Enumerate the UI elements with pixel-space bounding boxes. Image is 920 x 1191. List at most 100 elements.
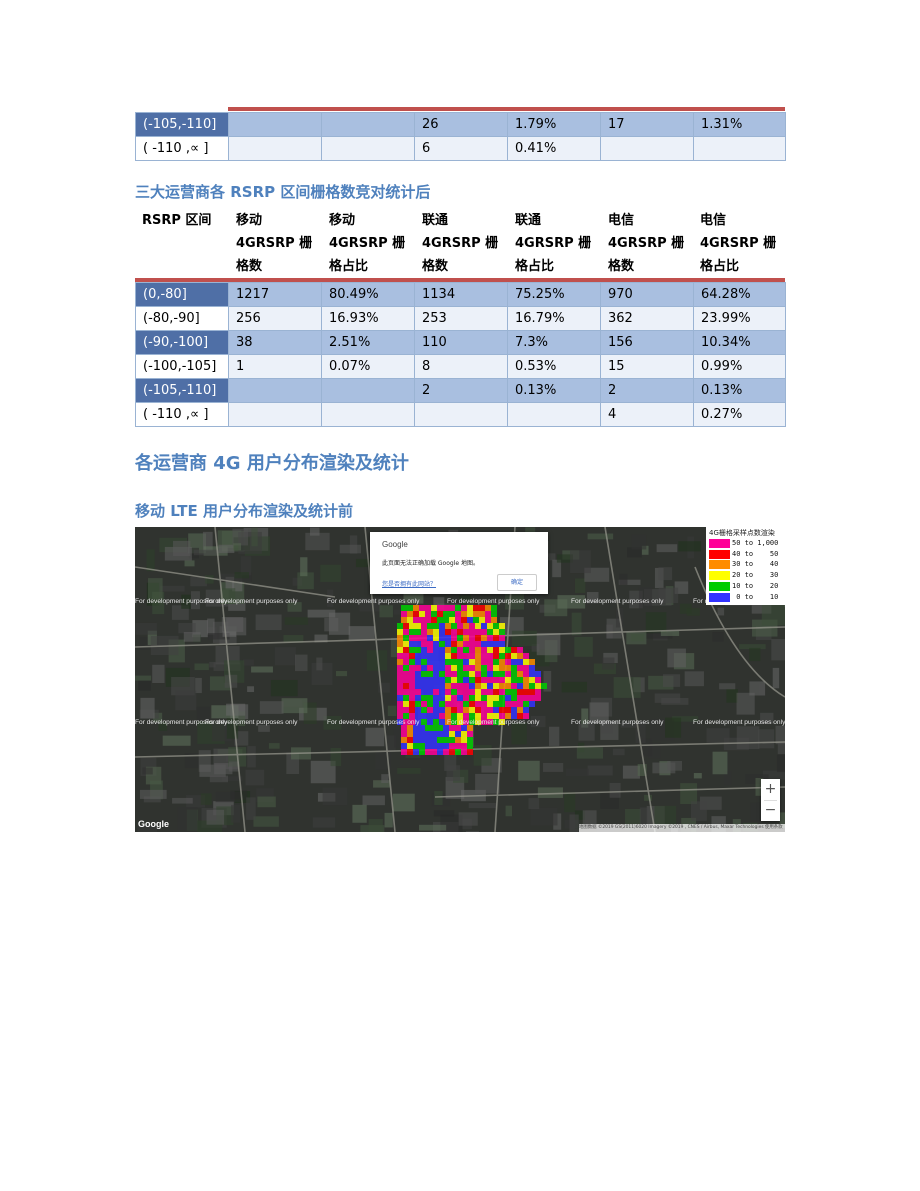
table-cell: 10.34% — [693, 330, 786, 355]
table-cell: 7.3% — [507, 330, 601, 355]
table-cell: 64.28% — [693, 282, 786, 307]
table-cell: 8 — [414, 354, 508, 379]
column-header: 电信 — [700, 213, 727, 228]
zoom-control: + − — [761, 779, 780, 821]
zoom-in-button[interactable]: + — [761, 780, 780, 798]
table-cell: 16.79% — [507, 306, 601, 331]
column-header: 格数 — [236, 259, 263, 274]
table-cell: 23.99% — [693, 306, 786, 331]
column-header: 格数 — [608, 259, 635, 274]
table-cell: 156 — [600, 330, 694, 355]
table-cell: 0.13% — [693, 378, 786, 403]
legend-swatch — [709, 560, 730, 570]
table-cell: 1134 — [414, 282, 508, 307]
dev-watermark: For development purposes only — [447, 598, 540, 605]
table-row: (-105,-110] 26 1.79% 17 1.31% — [135, 112, 786, 137]
column-header: 格占比 — [700, 259, 740, 274]
rsrp-range-cell: (-90,-100] — [135, 330, 229, 355]
column-header: 格占比 — [515, 259, 555, 274]
coverage-map[interactable]: For development purposes only For develop… — [135, 527, 785, 832]
table-cell: 0.27% — [693, 402, 786, 427]
dialog-message: 此页面无法正确加载 Google 地图。 — [382, 560, 479, 567]
table-cell: 4 — [600, 402, 694, 427]
column-header: 4GRSRP 栅 — [515, 236, 592, 251]
section-heading-cmcc-lte: 移动 LTE 用户分布渲染及统计前 — [135, 502, 353, 520]
dialog-link[interactable]: 您是否拥有此网站？ — [382, 579, 436, 588]
table-cell: 38 — [228, 330, 322, 355]
table-cell — [228, 402, 322, 427]
rsrp-range-cell: (-80,-90] — [135, 306, 229, 331]
table-row: ( -110 ,∝ ] 4 0.27% — [135, 402, 786, 427]
column-header: RSRP 区间 — [142, 213, 212, 228]
rsrp-range-cell: (-100,-105] — [135, 354, 229, 379]
table-cell: 17 — [600, 112, 694, 137]
rsrp-table-after: (0,-80] 1217 80.49% 1134 75.25% 970 64.28% (-80… — [135, 282, 786, 427]
legend-label: 10 to 20 — [732, 581, 779, 590]
legend-swatch — [709, 592, 730, 602]
table-row: (-100,-105] 1 0.07% 8 0.53% 15 0.99% — [135, 354, 786, 379]
table-cell: 1 — [228, 354, 322, 379]
table-cell — [228, 112, 322, 137]
table-cell: 0.99% — [693, 354, 786, 379]
column-header: 联通 — [422, 213, 449, 228]
table-cell: 0.07% — [321, 354, 415, 379]
table-cell — [321, 402, 415, 427]
table-cell: 362 — [600, 306, 694, 331]
dev-watermark: For development purposes only — [571, 598, 664, 605]
zoom-out-button[interactable]: − — [761, 801, 780, 819]
table1-top-rule — [228, 107, 785, 111]
dev-watermark: For development purposes only — [205, 598, 298, 605]
table-cell — [321, 136, 415, 161]
dev-watermark: For development purposes only — [327, 598, 420, 605]
section-heading-distribution: 各运营商 4G 用户分布渲染及统计 — [135, 453, 409, 474]
dev-watermark: For development purposes only — [693, 719, 785, 726]
table-cell: 0.53% — [507, 354, 601, 379]
column-header: 格占比 — [329, 259, 369, 274]
legend-label: 30 to 40 — [732, 560, 779, 569]
section-heading-after: 三大运营商各 RSRP 区间栅格数竞对统计后 — [135, 183, 431, 201]
legend-label: 20 to 30 — [732, 571, 779, 580]
legend-label: 40 to 50 — [732, 549, 779, 558]
legend-swatch — [709, 571, 730, 581]
table-cell — [693, 136, 786, 161]
table-row: ( -110 ,∝ ] 6 0.41% — [135, 136, 786, 161]
table-cell: 75.25% — [507, 282, 601, 307]
rsrp-range-cell: ( -110 ,∝ ] — [135, 402, 229, 427]
column-header: 格数 — [422, 259, 449, 274]
rsrp-range-cell: ( -110 ,∝ ] — [135, 136, 229, 161]
rsrp-range-cell: (0,-80] — [135, 282, 229, 307]
column-header: 4GRSRP 栅 — [422, 236, 499, 251]
table-row: (-105,-110] 2 0.13% 2 0.13% — [135, 378, 786, 403]
dialog-title: Google — [382, 540, 408, 549]
table-row: (0,-80] 1217 80.49% 1134 75.25% 970 64.28% — [135, 282, 786, 307]
table-cell: 1.31% — [693, 112, 786, 137]
google-logo: Google — [138, 819, 169, 829]
map-legend: 4G栅格采样点数渲染 50 to 1,000 40 to 50 30 to 40 20… — [706, 527, 785, 605]
column-header: 联通 — [515, 213, 542, 228]
legend-swatch — [709, 549, 730, 559]
table-cell: 26 — [414, 112, 508, 137]
map-error-dialog: Google 此页面无法正确加载 Google 地图。 您是否拥有此网站？ 确定 — [370, 532, 548, 594]
table-cell: 80.49% — [321, 282, 415, 307]
column-header: 4GRSRP 栅 — [700, 236, 777, 251]
table-cell: 110 — [414, 330, 508, 355]
column-header: 移动 — [236, 213, 263, 228]
table-row: (-90,-100] 38 2.51% 110 7.3% 156 10.34% — [135, 330, 786, 355]
table-cell — [507, 402, 601, 427]
column-header: 电信 — [608, 213, 635, 228]
table-cell — [228, 378, 322, 403]
table-cell: 970 — [600, 282, 694, 307]
table-cell — [321, 112, 415, 137]
table-cell: 1217 — [228, 282, 322, 307]
column-header: 移动 — [329, 213, 356, 228]
legend-swatch — [709, 539, 730, 548]
column-header: 4GRSRP 栅 — [236, 236, 313, 251]
dialog-ok-button[interactable]: 确定 — [497, 574, 537, 591]
table-cell: 2 — [414, 378, 508, 403]
rsrp-table-before: (-105,-110] 26 1.79% 17 1.31% ( -110 ,∝ ] 6 0.4… — [135, 112, 786, 161]
table-cell: 256 — [228, 306, 322, 331]
table-cell — [414, 402, 508, 427]
table-cell: 6 — [414, 136, 508, 161]
table-cell — [321, 378, 415, 403]
table-cell — [228, 136, 322, 161]
